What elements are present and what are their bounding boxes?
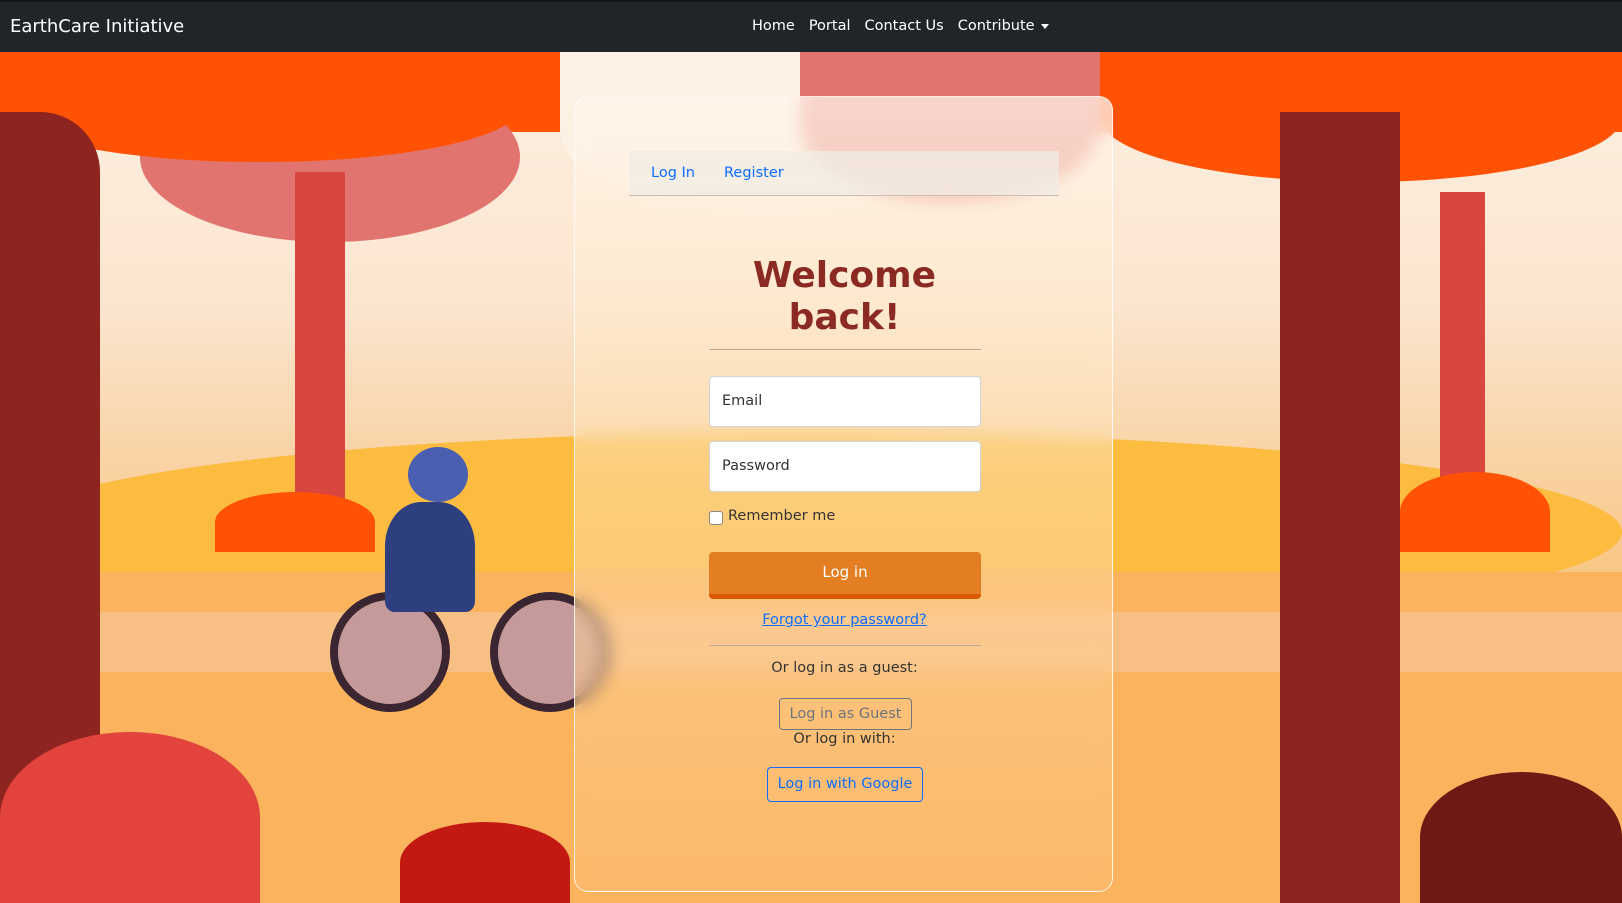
forgot-password-link[interactable]: Forgot your password? (575, 612, 1114, 628)
external-login-prompt: Or log in with: (793, 731, 896, 747)
title-line-2: back! (788, 297, 901, 338)
nav-portal[interactable]: Portal (809, 18, 851, 34)
guest-prompt: Or log in as a guest: (771, 660, 918, 676)
password-input[interactable]: Password (709, 441, 981, 492)
remember-me-checkbox[interactable] (709, 511, 723, 525)
divider (709, 645, 981, 646)
nav-contribute-dropdown[interactable]: Contribute (958, 18, 1049, 34)
navbar: EarthCare Initiative Home Portal Contact… (0, 0, 1622, 52)
tab-register[interactable]: Register (724, 165, 784, 181)
tab-log-in[interactable]: Log In (651, 165, 695, 181)
title-line-1: Welcome (752, 255, 937, 296)
log-in-button[interactable]: Log in (709, 552, 981, 599)
login-card: Log In Register Welcome back! Email Pass… (574, 96, 1113, 892)
nav-contribute-label: Contribute (957, 18, 1035, 34)
brand-logo[interactable]: EarthCare Initiative (10, 16, 184, 37)
remember-me-label[interactable]: Remember me (728, 508, 835, 524)
caret-down-icon (1040, 23, 1049, 29)
nav-home[interactable]: Home (752, 18, 795, 34)
page: EarthCare Initiative Home Portal Contact… (0, 0, 1622, 903)
page-title: Welcome back! (575, 255, 1114, 339)
auth-tabs: Log In Register (629, 151, 1059, 196)
divider (709, 349, 981, 350)
log-in-as-guest-button[interactable]: Log in as Guest (779, 698, 912, 730)
log-in-with-google-button[interactable]: Log in with Google (767, 767, 923, 802)
nav-contact-us[interactable]: Contact Us (865, 18, 944, 34)
email-input[interactable]: Email (709, 376, 981, 427)
